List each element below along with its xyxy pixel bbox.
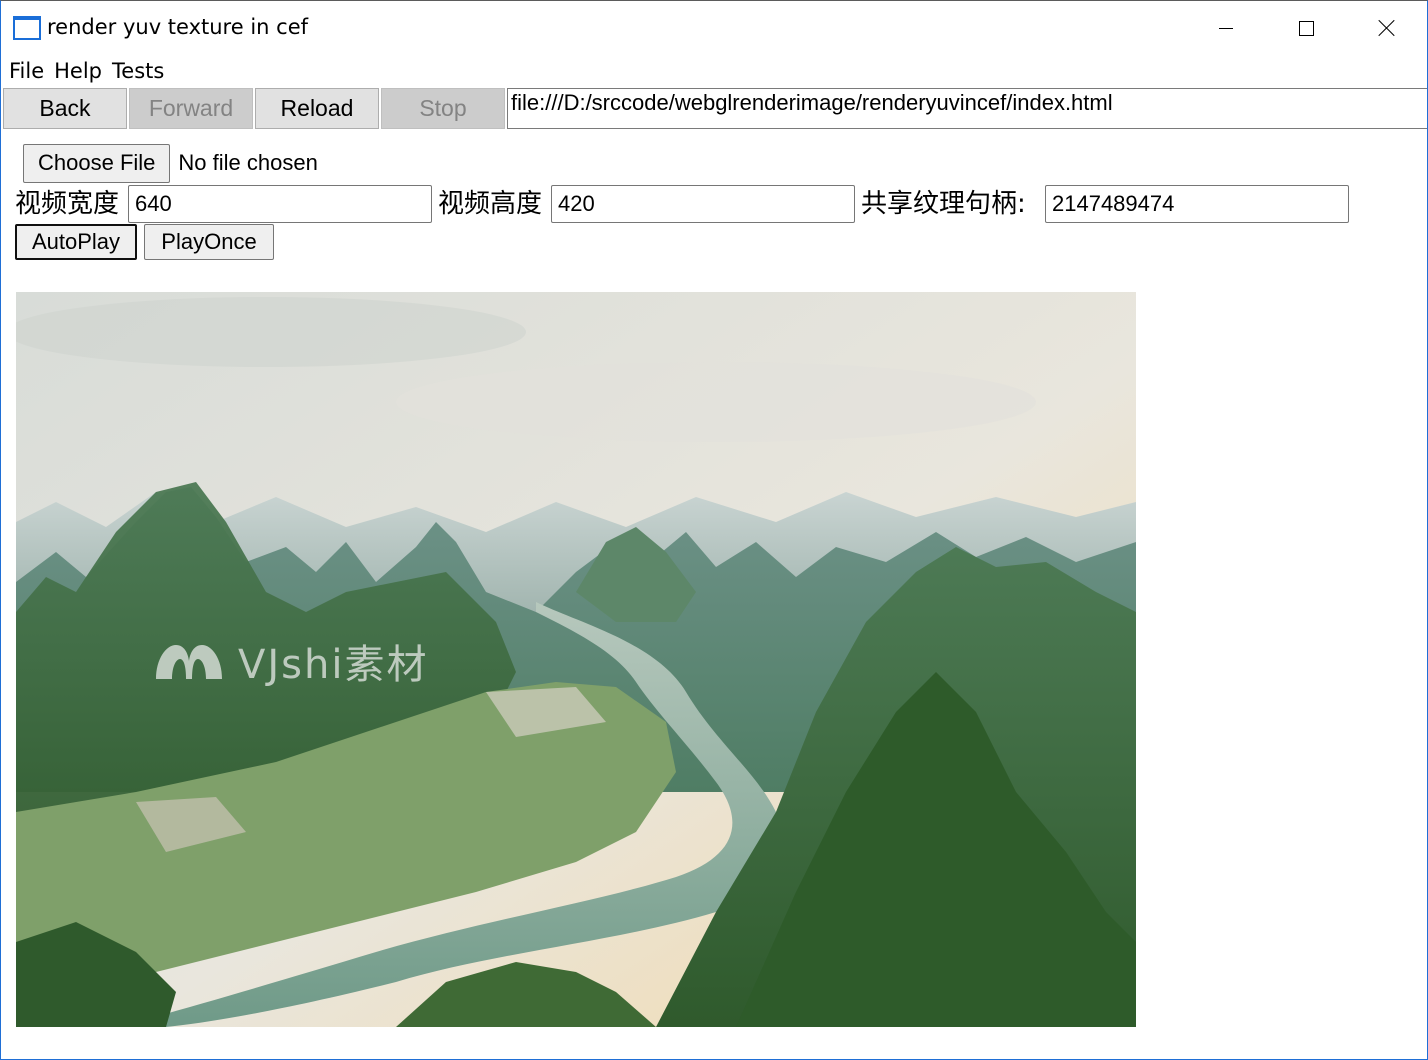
texture-handle-input[interactable]: 2147489474 [1045,185,1349,223]
maximize-icon [1298,20,1314,36]
video-height-label: 视频高度 [438,189,543,219]
video-canvas: VJshi素材 [16,292,1136,1027]
menu-tests[interactable]: Tests [106,59,168,83]
close-icon [1378,19,1396,37]
stop-button[interactable]: Stop [381,88,505,129]
autoplay-button[interactable]: AutoPlay [15,224,137,260]
forward-button[interactable]: Forward [129,88,253,129]
video-width-input[interactable]: 640 [128,185,432,223]
back-button[interactable]: Back [3,88,127,129]
maximize-button[interactable] [1266,1,1346,55]
app-window: render yuv texture in cef File Help Test… [0,0,1428,1060]
window-icon [13,16,41,40]
video-settings-row: 视频宽度 640 视频高度 420 共享纹理句柄: 2147489474 [15,185,1415,223]
menu-help[interactable]: Help [48,59,106,83]
texture-handle-label: 共享纹理句柄: [861,189,1026,219]
playonce-button[interactable]: PlayOnce [144,224,274,260]
file-picker: Choose File No file chosen [23,143,318,183]
reload-button[interactable]: Reload [255,88,379,129]
video-height-input[interactable]: 420 [551,185,855,223]
menu-file[interactable]: File [1,59,48,83]
window-title: render yuv texture in cef [47,15,309,39]
title-bar[interactable]: render yuv texture in cef [1,1,1427,55]
video-width-label: 视频宽度 [15,189,120,219]
menu-bar: File Help Tests [1,55,168,87]
watermark-text: VJshi素材 [238,642,429,688]
page-content: Choose File No file chosen 视频宽度 640 视频高度… [1,131,1427,1059]
close-button[interactable] [1347,1,1427,55]
address-bar[interactable]: file:///D:/srccode/webglrenderimage/rend… [507,88,1427,129]
minimize-button[interactable] [1186,1,1266,55]
minimize-icon [1219,27,1233,29]
video-watermark: VJshi素材 [152,632,428,690]
file-status-text: No file chosen [178,150,318,175]
vjshi-logo-icon [152,639,226,683]
choose-file-button[interactable]: Choose File [23,143,171,183]
